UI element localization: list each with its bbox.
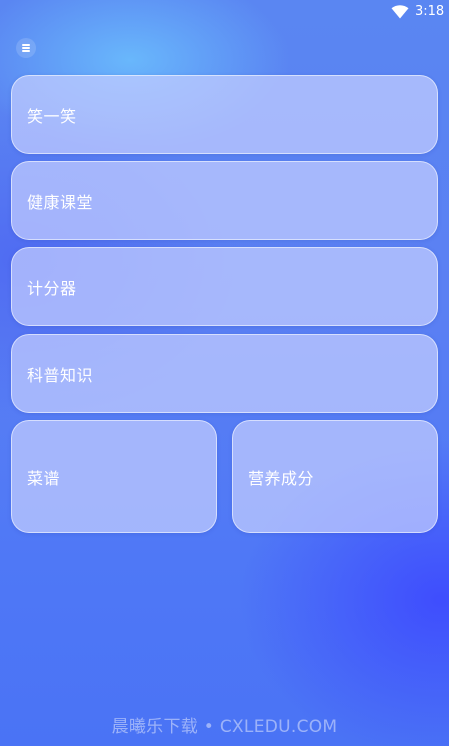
card-nutrition-label: 营养成分 xyxy=(248,468,315,488)
card-recipes[interactable]: 菜谱 xyxy=(11,420,217,533)
status-bar: 3:18 xyxy=(0,0,449,24)
card-health-class-label: 健康课堂 xyxy=(27,192,94,212)
status-time: 3:18 xyxy=(415,4,445,19)
card-health-class[interactable]: 健康课堂 xyxy=(11,161,438,240)
wifi-icon xyxy=(391,5,409,19)
watermark: 晨曦乐下载 • CXLEDU.COM xyxy=(111,717,338,737)
card-joke[interactable]: 笑一笑 xyxy=(11,75,438,154)
card-science[interactable]: 科普知识 xyxy=(11,334,438,413)
menu-button[interactable] xyxy=(16,38,36,58)
card-scorer-label: 计分器 xyxy=(27,278,77,298)
card-scorer[interactable]: 计分器 xyxy=(11,247,438,326)
card-nutrition[interactable]: 营养成分 xyxy=(232,420,438,533)
card-recipes-label: 菜谱 xyxy=(27,468,61,488)
card-joke-label: 笑一笑 xyxy=(27,106,77,126)
card-science-label: 科普知识 xyxy=(27,365,94,385)
menu-icon xyxy=(22,44,30,52)
